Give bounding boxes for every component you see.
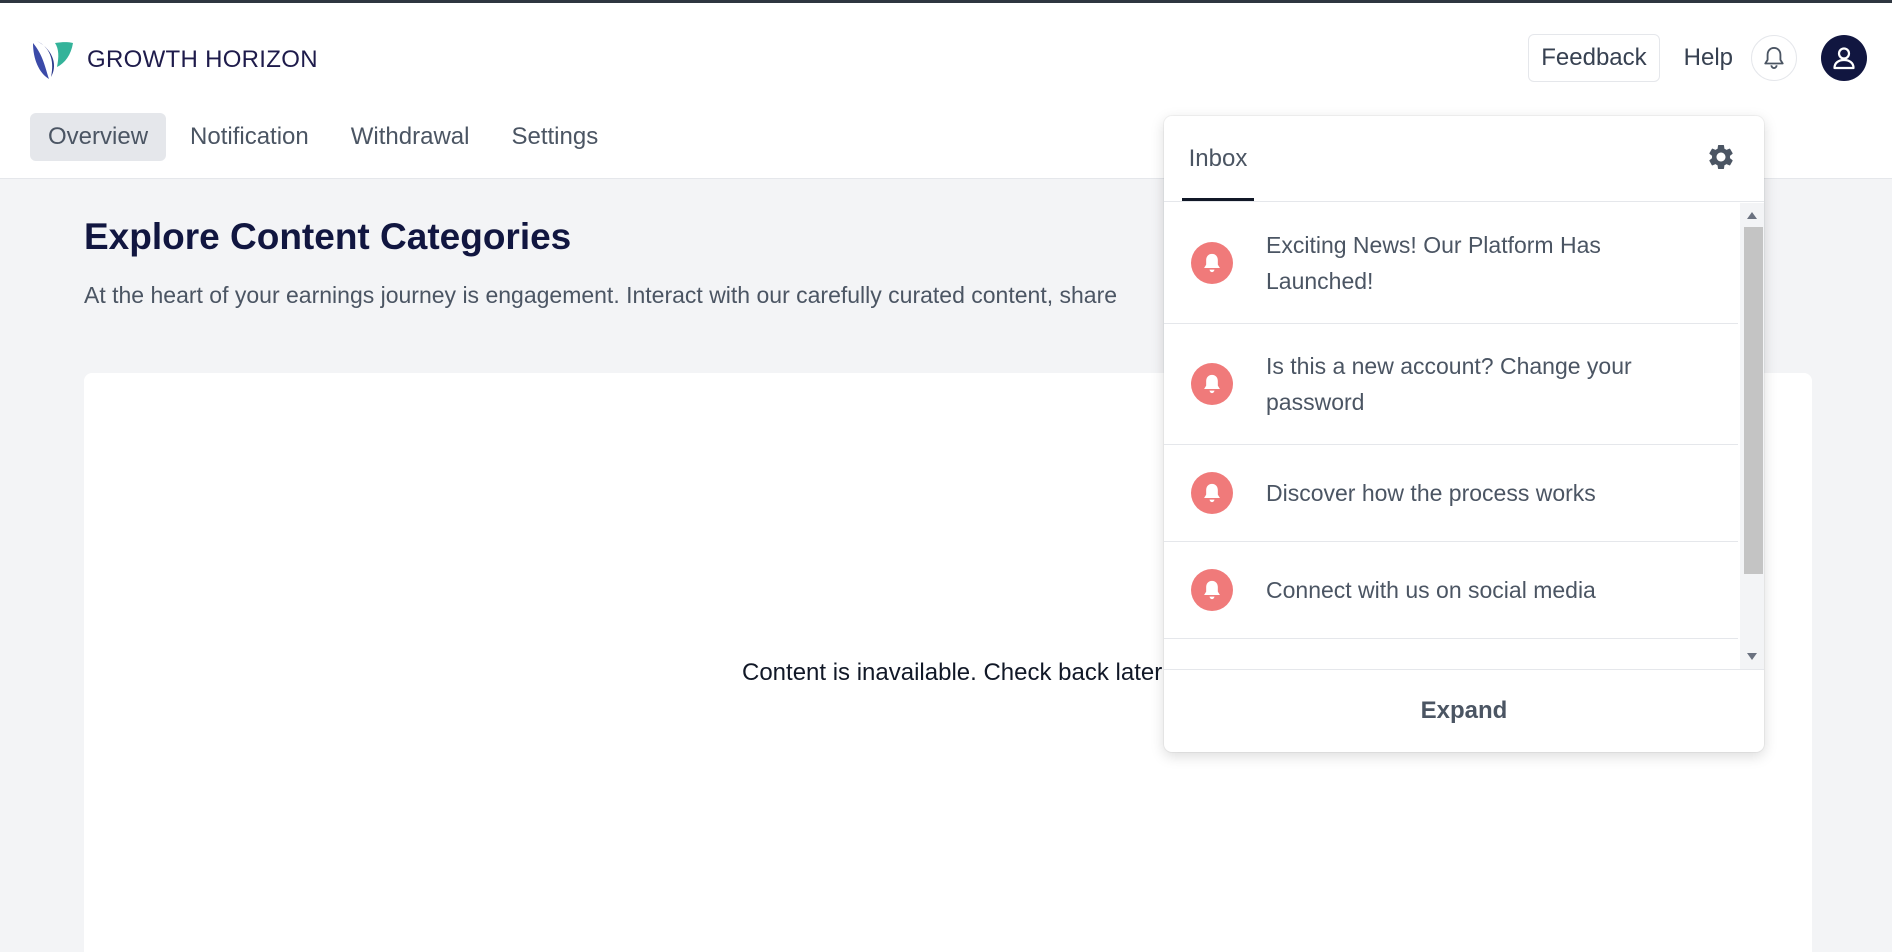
notification-scrollbar[interactable] bbox=[1740, 203, 1764, 669]
tab-withdrawal[interactable]: Withdrawal bbox=[333, 113, 488, 161]
bell-icon bbox=[1191, 242, 1233, 284]
notification-item[interactable]: Discover how the process works bbox=[1164, 445, 1738, 542]
bell-icon bbox=[1191, 569, 1233, 611]
avatar-button[interactable] bbox=[1821, 35, 1867, 81]
bell-icon bbox=[1191, 363, 1233, 405]
notification-item[interactable]: Connect with us on social media bbox=[1164, 542, 1738, 639]
feedback-button[interactable]: Feedback bbox=[1528, 34, 1660, 82]
bell-icon bbox=[1191, 472, 1233, 514]
page-description: At the heart of your earnings journey is… bbox=[84, 282, 1118, 308]
inbox-header: Inbox bbox=[1164, 116, 1764, 202]
notification-list[interactable]: Exciting News! Our Platform Has Launched… bbox=[1164, 203, 1764, 669]
brand-name: GROWTH HORIZON bbox=[87, 46, 318, 73]
gear-icon[interactable] bbox=[1706, 142, 1736, 172]
main-tabs: Overview Notification Withdrawal Setting… bbox=[30, 113, 616, 161]
active-tab-indicator bbox=[1182, 198, 1254, 201]
notification-item[interactable]: Exciting News! Our Platform Has Launched… bbox=[1164, 203, 1738, 324]
brand[interactable]: GROWTH HORIZON bbox=[29, 37, 318, 83]
page-title: Explore Content Categories bbox=[84, 216, 572, 257]
inbox-popover: Inbox Exciting News! Our Platform Has La… bbox=[1164, 116, 1764, 752]
tab-settings[interactable]: Settings bbox=[493, 113, 616, 161]
tab-overview[interactable]: Overview bbox=[30, 113, 167, 161]
bell-icon bbox=[1764, 47, 1784, 70]
header-actions: Feedback Help bbox=[1528, 34, 1867, 82]
scroll-up-arrow[interactable] bbox=[1747, 212, 1757, 219]
tab-inbox[interactable]: Inbox bbox=[1182, 116, 1254, 202]
notification-text: Exciting News! Our Platform Has Launched… bbox=[1266, 232, 1601, 294]
empty-state-message: Content is inavailable. Check back later bbox=[742, 659, 1163, 686]
notification-item[interactable]: Is this a new account? Change your passw… bbox=[1164, 324, 1738, 445]
scroll-down-arrow[interactable] bbox=[1747, 653, 1757, 660]
notification-text: Is this a new account? Change your passw… bbox=[1266, 353, 1632, 415]
notification-text: Discover how the process works bbox=[1266, 480, 1596, 506]
tab-notification[interactable]: Notification bbox=[172, 113, 327, 161]
notifications-button[interactable] bbox=[1751, 35, 1797, 81]
leaf-logo-icon bbox=[33, 41, 73, 79]
help-link[interactable]: Help bbox=[1684, 44, 1733, 72]
user-icon bbox=[1833, 47, 1855, 70]
notification-text: Connect with us on social media bbox=[1266, 577, 1596, 603]
scroll-thumb[interactable] bbox=[1744, 227, 1763, 574]
expand-button[interactable]: Expand bbox=[1164, 669, 1764, 752]
